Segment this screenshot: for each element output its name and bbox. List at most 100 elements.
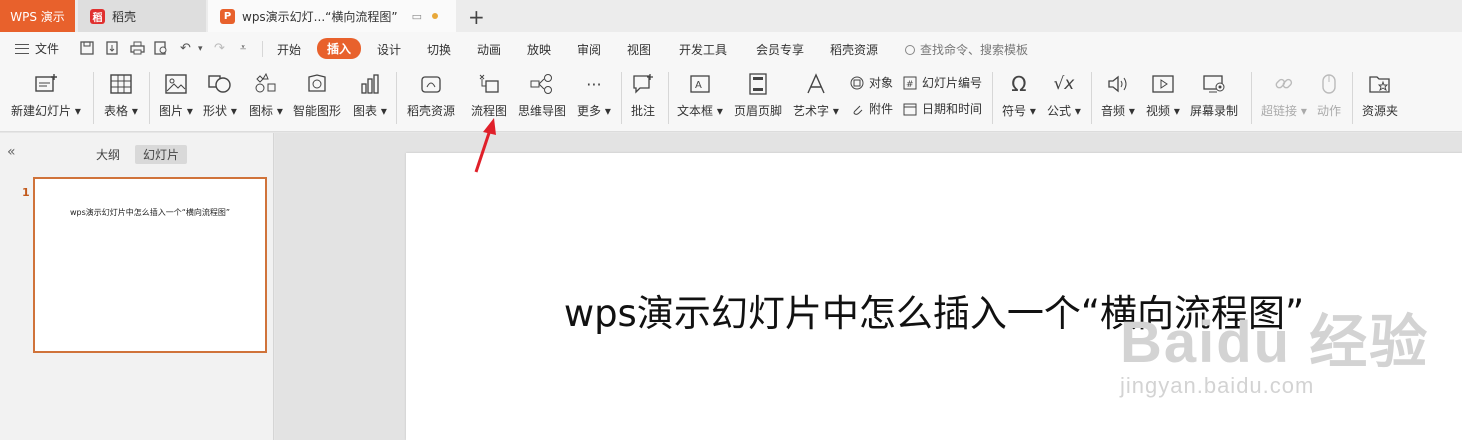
tab-membership[interactable]: 会员专享 xyxy=(756,41,804,58)
save-icon[interactable] xyxy=(80,41,94,59)
table-icon xyxy=(109,72,133,96)
export-pdf-icon[interactable] xyxy=(105,41,119,59)
ribbon-divider xyxy=(1091,72,1092,124)
insert-ribbon: 新建幻灯片 ▾ 表格 ▾ 图片 ▾ 形状 ▾ 图标 ▾ 智能图形 图表 ▾ 稻壳… xyxy=(0,66,1462,132)
slides-pane: « 大纲 幻灯片 1 wps演示幻灯片中怎么插入一个“横向流程图” xyxy=(0,133,274,440)
menu-divider xyxy=(262,41,263,57)
audio-label: 音频 ▾ xyxy=(1101,104,1135,118)
docer-resources-button[interactable]: 稻壳资源 xyxy=(407,72,455,119)
thumbnail-title: wps演示幻灯片中怎么插入一个“横向流程图” xyxy=(69,208,231,217)
annotation-arrow-icon xyxy=(474,118,496,173)
slide-thumbnail[interactable]: wps演示幻灯片中怎么插入一个“横向流程图” xyxy=(33,177,267,353)
customize-quick-access-icon[interactable]: ⩡ xyxy=(240,41,246,55)
tab-docer-resources[interactable]: 稻壳资源 xyxy=(830,41,878,58)
picture-label: 图片 ▾ xyxy=(159,104,193,118)
chart-button[interactable]: 图表 ▾ xyxy=(353,72,387,119)
tab-design[interactable]: 设计 xyxy=(377,41,401,58)
mindmap-button[interactable]: 思维导图 xyxy=(518,72,566,119)
object-button[interactable]: 对象 xyxy=(849,74,893,91)
print-preview-icon[interactable] xyxy=(154,41,168,59)
screen-record-button[interactable]: 屏幕录制 xyxy=(1190,72,1238,119)
textbox-icon: A xyxy=(688,72,712,96)
file-menu-button[interactable]: 文件 xyxy=(15,40,59,57)
hamburger-icon xyxy=(15,43,29,54)
formula-button[interactable]: √x 公式 ▾ xyxy=(1047,72,1081,119)
header-footer-icon xyxy=(746,72,770,96)
comment-button[interactable]: 批注 xyxy=(631,72,655,119)
search-icon xyxy=(905,44,915,55)
tab-docer[interactable]: 稻 稻壳 xyxy=(78,0,206,32)
tab-home[interactable]: 开始 xyxy=(277,41,301,58)
action-button[interactable]: 动作 xyxy=(1317,72,1341,119)
search-placeholder: 查找命令、搜索模板 xyxy=(920,43,1029,57)
tab-insert[interactable]: 插入 xyxy=(317,38,362,59)
resource-folder-label: 资源夹 xyxy=(1362,104,1399,118)
mindmap-icon xyxy=(530,72,554,96)
mouse-icon xyxy=(1317,72,1341,96)
tab-slides[interactable]: 幻灯片 xyxy=(135,145,188,164)
command-search[interactable]: 查找命令、搜索模板 xyxy=(905,41,1028,58)
new-slide-button[interactable]: 新建幻灯片 ▾ xyxy=(11,72,81,119)
hyperlink-button[interactable]: 超链接 ▾ xyxy=(1261,72,1307,119)
tab-animations[interactable]: 动画 xyxy=(477,41,501,58)
header-footer-button[interactable]: 页眉页脚 xyxy=(734,72,782,119)
flowchart-button[interactable]: 流程图 xyxy=(471,72,507,119)
wordart-button[interactable]: 艺术字 ▾ xyxy=(793,72,839,119)
smartart-button[interactable]: 智能图形 xyxy=(293,72,341,119)
datetime-button[interactable]: 日期和时间 xyxy=(902,100,982,117)
screen-record-icon xyxy=(1202,72,1226,96)
docer-resources-label: 稻壳资源 xyxy=(407,104,456,118)
symbol-button[interactable]: Ω 符号 ▾ xyxy=(1002,72,1036,119)
smartart-label: 智能图形 xyxy=(293,104,342,118)
calendar-icon xyxy=(902,101,918,117)
ribbon-divider xyxy=(149,72,150,124)
textbox-button[interactable]: A 文本框 ▾ xyxy=(677,72,723,119)
video-button[interactable]: 视频 ▾ xyxy=(1146,72,1180,119)
tab-view[interactable]: 视图 xyxy=(627,41,651,58)
shape-label: 形状 ▾ xyxy=(203,104,237,118)
audio-button[interactable]: 音频 ▾ xyxy=(1101,72,1135,119)
tab-review[interactable]: 审阅 xyxy=(577,41,601,58)
docer-logo-icon: 稻 xyxy=(90,8,105,24)
mindmap-label: 思维导图 xyxy=(518,104,567,118)
slide-number-label: 幻灯片编号 xyxy=(922,76,983,90)
slide-number-button[interactable]: # 幻灯片编号 xyxy=(902,74,982,91)
table-button[interactable]: 表格 ▾ xyxy=(104,72,138,119)
tab-outline[interactable]: 大纲 xyxy=(88,145,128,164)
comment-label: 批注 xyxy=(631,104,656,118)
monitor-icon[interactable]: ▭ xyxy=(412,10,422,23)
tab-developer[interactable]: 开发工具 xyxy=(679,41,727,58)
video-icon xyxy=(1151,72,1175,96)
shape-button[interactable]: 形状 ▾ xyxy=(203,72,237,119)
undo-dropdown-icon[interactable]: ▾ xyxy=(198,44,203,54)
tab-slideshow[interactable]: 放映 xyxy=(527,41,551,58)
slide-number-icon: # xyxy=(902,75,918,91)
app-tab-wps[interactable]: WPS 演示 xyxy=(0,0,75,32)
new-tab-button[interactable]: + xyxy=(468,5,485,29)
redo-icon[interactable]: ↷ xyxy=(214,41,225,56)
collapse-pane-button[interactable]: « xyxy=(7,144,16,160)
hyperlink-label: 超链接 ▾ xyxy=(1261,104,1307,118)
new-slide-label: 新建幻灯片 ▾ xyxy=(11,104,81,118)
ribbon-divider xyxy=(396,72,397,124)
tab-transitions[interactable]: 切换 xyxy=(427,41,451,58)
attachment-button[interactable]: 附件 xyxy=(849,100,893,117)
print-icon[interactable] xyxy=(130,41,145,59)
picture-button[interactable]: 图片 ▾ xyxy=(159,72,193,119)
undo-icon[interactable]: ↶ xyxy=(180,41,191,56)
screen-record-label: 屏幕录制 xyxy=(1190,104,1239,118)
more-label: 更多 ▾ xyxy=(577,104,611,118)
icon-library-button[interactable]: 图标 ▾ xyxy=(249,72,283,119)
more-button[interactable]: ··· 更多 ▾ xyxy=(577,72,611,119)
comment-icon xyxy=(631,72,655,96)
symbol-label: 符号 ▾ xyxy=(1002,104,1036,118)
resource-folder-button[interactable]: 资源夹 xyxy=(1362,72,1398,119)
icon-library-icon xyxy=(254,72,278,96)
video-label: 视频 ▾ xyxy=(1146,104,1180,118)
header-footer-label: 页眉页脚 xyxy=(734,104,783,118)
unsaved-dot-icon xyxy=(431,13,438,19)
tab-document[interactable]: P wps演示幻灯...“横向流程图” ▭ xyxy=(208,0,456,32)
speaker-icon xyxy=(1106,72,1130,96)
formula-label: 公式 ▾ xyxy=(1047,104,1081,118)
attachment-label: 附件 xyxy=(869,102,894,116)
